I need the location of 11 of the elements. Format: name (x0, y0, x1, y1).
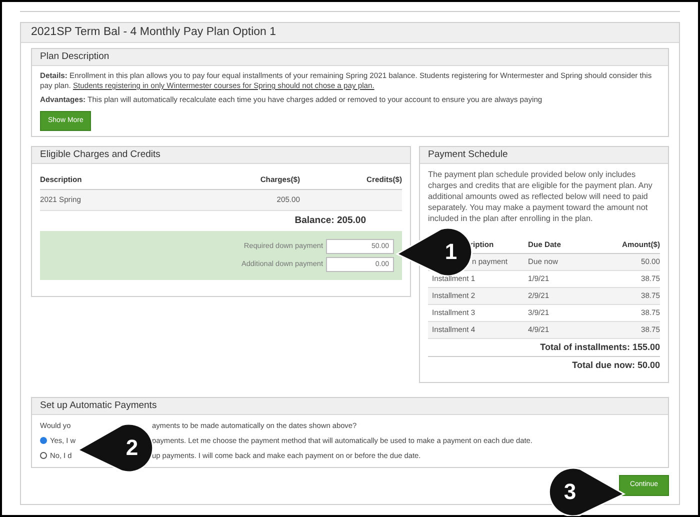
panel-header: Payment Schedule (420, 147, 668, 164)
radio-button[interactable] (40, 452, 47, 459)
panel-header: Plan Description (32, 49, 668, 66)
panel-header: Eligible Charges and Credits (32, 147, 410, 164)
installments-total: Total of installments: 155.00 (540, 342, 660, 353)
plan-title: 2021SP Term Bal - 4 Monthly Pay Plan Option 1 (21, 23, 679, 43)
schedule-intro: The payment plan schedule provided below only includes charges and credits that are eligible for the payment plan. Any additional amounts owed as reflected below will need to paid separately. You may make a payment toward the amount not included in the plan after enrolling in the plan. (428, 169, 654, 224)
panel-header: Set up Automatic Payments (32, 398, 668, 415)
due-now-total: Total due now: 50.00 (572, 360, 660, 371)
balance-total: Balance: 205.00 (294, 214, 366, 228)
radio-button[interactable] (40, 437, 47, 444)
